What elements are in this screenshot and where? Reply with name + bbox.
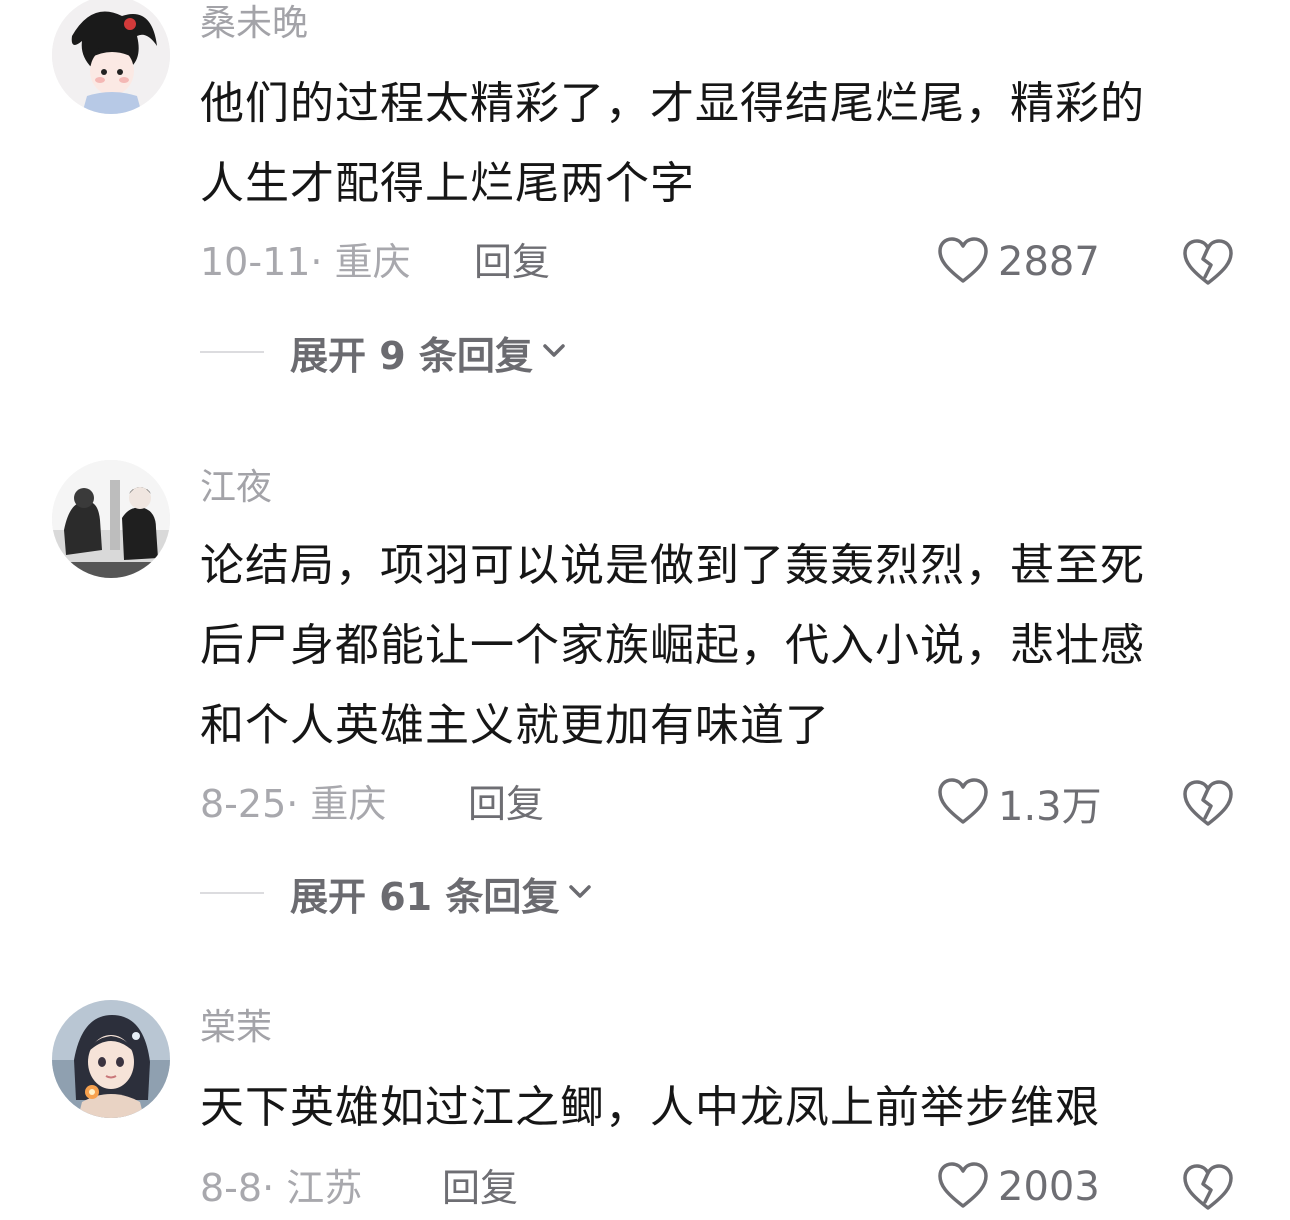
broken-heart-icon [1180,1164,1236,1216]
comment-meta: 10-11· 重庆 [200,240,411,284]
dislike-button[interactable] [1180,237,1236,287]
comment-meta: 8-25· 重庆 [200,782,387,826]
username[interactable]: 江夜 [200,468,272,508]
heart-outline-icon [936,1160,990,1214]
dislike-button[interactable] [1180,778,1236,828]
like-button[interactable]: 1.3万 [936,776,1102,830]
like-button[interactable]: 2003 [936,1162,1100,1212]
reply-button[interactable]: 回复 [442,1166,518,1210]
comment-text-line: 和个人英雄主义就更加有味道了 [200,700,830,751]
heart-outline-icon [936,235,990,289]
chevron-down-icon [541,340,567,364]
avatar[interactable] [52,1000,170,1118]
reply-button[interactable]: 回复 [468,782,544,826]
reply-button[interactable]: 回复 [474,240,550,284]
comment-text-line: 论结局，项羽可以说是做到了轰轰烈烈，甚至死 [200,540,1145,591]
comment-text: 他们的过程太精彩了，才显得结尾烂尾，精彩的 人生才配得上烂尾两个字 [200,64,1230,224]
expand-replies-button[interactable]: 展开 61 条回复 [200,869,593,919]
like-count: 2887 [998,239,1100,285]
divider [200,351,264,353]
comment-text-line: 他们的过程太精彩了，才显得结尾烂尾，精彩的 [200,78,1145,129]
like-count: 1.3万 [998,784,1102,830]
like-count: 2003 [998,1164,1100,1210]
avatar[interactable] [52,0,170,114]
avatar[interactable] [52,460,170,578]
comment-meta: 8-8· 江苏 [200,1166,363,1210]
comment-text-line: 天下英雄如过江之鲫，人中龙凤上前举步维艰 [200,1082,1100,1133]
chevron-down-icon [567,881,593,905]
expand-replies-label: 展开 61 条回复 [290,874,560,919]
comment-text: 论结局，项羽可以说是做到了轰轰烈烈，甚至死 后尸身都能让一个家族崛起，代入小说，… [200,526,1230,766]
broken-heart-icon [1180,780,1236,832]
divider [200,892,264,894]
heart-outline-icon [936,776,990,830]
expand-replies-label: 展开 9 条回复 [290,333,533,378]
comment-text-line: 后尸身都能让一个家族崛起，代入小说，悲壮感 [200,620,1145,671]
broken-heart-icon [1180,239,1236,291]
like-button[interactable]: 2887 [936,237,1100,287]
comment-text: 天下英雄如过江之鲫，人中龙凤上前举步维艰 [200,1068,1230,1148]
comment-text-line: 人生才配得上烂尾两个字 [200,158,695,209]
expand-replies-button[interactable]: 展开 9 条回复 [200,328,567,378]
dislike-button[interactable] [1180,1162,1236,1212]
username[interactable]: 棠茉 [200,1008,272,1048]
username[interactable]: 桑未晚 [200,4,308,44]
